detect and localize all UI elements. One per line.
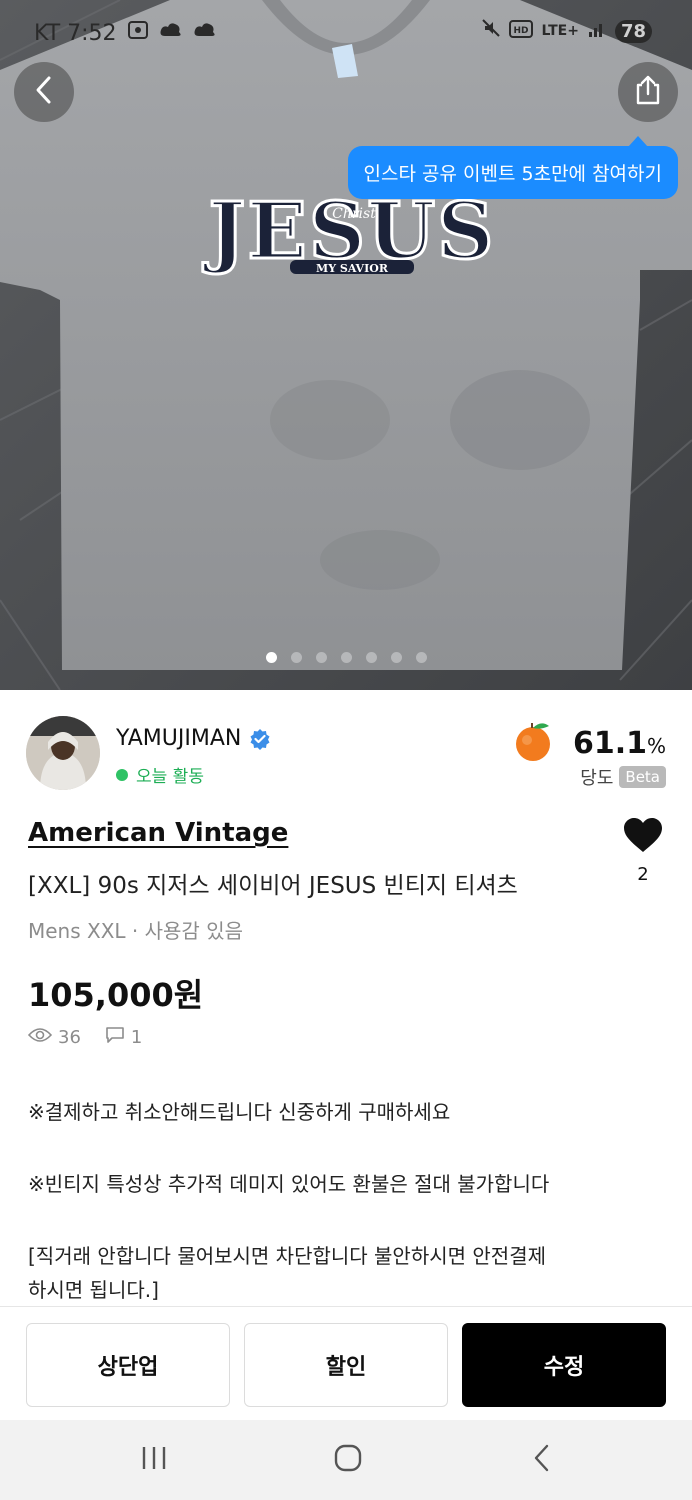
carousel-dot[interactable]: [415, 652, 427, 663]
description-line: ※빈티지 특성상 추가적 데미지 있어도 환불은 절대 불가합니다: [28, 1172, 550, 1196]
share-icon: [633, 74, 663, 110]
carousel-dots[interactable]: [0, 652, 692, 663]
sweetness-score[interactable]: 61.1%: [511, 720, 666, 766]
seller-row[interactable]: YAMUJIMAN 오늘 활동 61.1% 당도 Beta: [26, 716, 666, 796]
edit-button[interactable]: 수정: [462, 1323, 666, 1407]
like-button[interactable]: 2: [622, 818, 664, 885]
product-stats: 36 1: [27, 1026, 143, 1049]
verified-badge-icon: [249, 728, 271, 750]
activity-label: 오늘 활동: [136, 767, 204, 787]
product-price: 105,000원: [28, 976, 204, 1014]
carousel-dot[interactable]: [265, 652, 277, 663]
carousel-dot[interactable]: [365, 652, 377, 663]
description-line: [직거래 안합니다 물어보시면 차단합니다 불안하시면 안전결제: [28, 1244, 546, 1268]
view-count: 36: [58, 1027, 81, 1048]
carousel-dot[interactable]: [390, 652, 402, 663]
svg-text:HD: HD: [514, 26, 529, 36]
product-description: ※결제하고 취소안해드립니다 신중하게 구매하세요 ※빈티지 특성상 추가적 데…: [28, 1095, 668, 1307]
heart-icon: [623, 818, 663, 858]
bump-button[interactable]: 상단업: [26, 1323, 230, 1407]
cloud-icon: [193, 20, 217, 46]
beta-badge: Beta: [619, 766, 666, 788]
comment-icon: [105, 1026, 125, 1049]
product-title: [XXL] 90s 지저스 세이비어 JESUS 빈티지 티셔츠: [28, 873, 518, 899]
sweetness-label-row: 당도 Beta: [580, 764, 666, 790]
product-photo: JESUS Christ MY SAVIOR: [0, 0, 692, 690]
instagram-event-tooltip[interactable]: 인스타 공유 이벤트 5초만에 참여하기: [347, 136, 678, 199]
share-button[interactable]: [618, 62, 678, 122]
online-dot-icon: [116, 768, 128, 781]
seller-name[interactable]: YAMUJIMAN: [116, 726, 241, 751]
product-image-carousel[interactable]: JESUS Christ MY SAVIOR KT 7:52 HD LTE+ 7…: [0, 0, 692, 690]
chevron-left-icon: [532, 1443, 552, 1477]
seller-activity: 오늘 활동: [116, 762, 204, 787]
seller-name-row[interactable]: YAMUJIMAN: [116, 726, 271, 751]
carousel-dot[interactable]: [340, 652, 352, 663]
eye-icon: [27, 1027, 53, 1048]
carousel-dot[interactable]: [315, 652, 327, 663]
mute-icon: [481, 18, 501, 44]
peach-icon: [511, 720, 555, 766]
shirt-print-christ: Christ: [332, 206, 376, 222]
tooltip-tail: [628, 136, 648, 147]
shirt-print-savior: MY SAVIOR: [316, 262, 389, 275]
cloud-icon: [159, 20, 183, 46]
avatar[interactable]: [26, 716, 100, 790]
bottom-action-bar: 상단업 할인 수정: [0, 1306, 692, 1420]
description-line: ※결제하고 취소안해드립니다 신중하게 구매하세요: [28, 1100, 451, 1124]
like-count: 2: [637, 864, 649, 885]
comment-count: 1: [130, 1027, 143, 1048]
chevron-left-icon: [32, 75, 56, 109]
system-navigation-bar: [0, 1420, 692, 1500]
status-bar: KT 7:52 HD LTE+ 78: [0, 0, 692, 64]
screenshot-icon: [127, 20, 149, 46]
sweetness-label: 당도: [580, 768, 614, 789]
system-back-button[interactable]: [522, 1440, 562, 1480]
sweetness-unit: %: [646, 733, 666, 758]
recent-apps-icon: [140, 1445, 168, 1475]
brand-link[interactable]: American Vintage: [28, 818, 288, 848]
product-meta: Mens XXL · 사용감 있음: [28, 919, 243, 943]
network-type: LTE+: [541, 23, 579, 39]
battery-indicator: 78: [614, 19, 652, 43]
recent-apps-button[interactable]: [134, 1440, 174, 1480]
sweetness-value: 61.1: [572, 725, 647, 761]
home-button[interactable]: [328, 1440, 368, 1480]
discount-button[interactable]: 할인: [244, 1323, 448, 1407]
signal-icon: [587, 19, 607, 44]
tooltip-text: 인스타 공유 이벤트 5초만에 참여하기: [363, 163, 662, 185]
carrier-time: KT 7:52: [34, 20, 117, 46]
home-icon: [333, 1443, 363, 1477]
hd-icon: HD: [509, 19, 534, 44]
carousel-dot[interactable]: [290, 652, 302, 663]
back-button[interactable]: [14, 62, 74, 122]
description-line: 하시면 됩니다.]: [28, 1278, 159, 1302]
